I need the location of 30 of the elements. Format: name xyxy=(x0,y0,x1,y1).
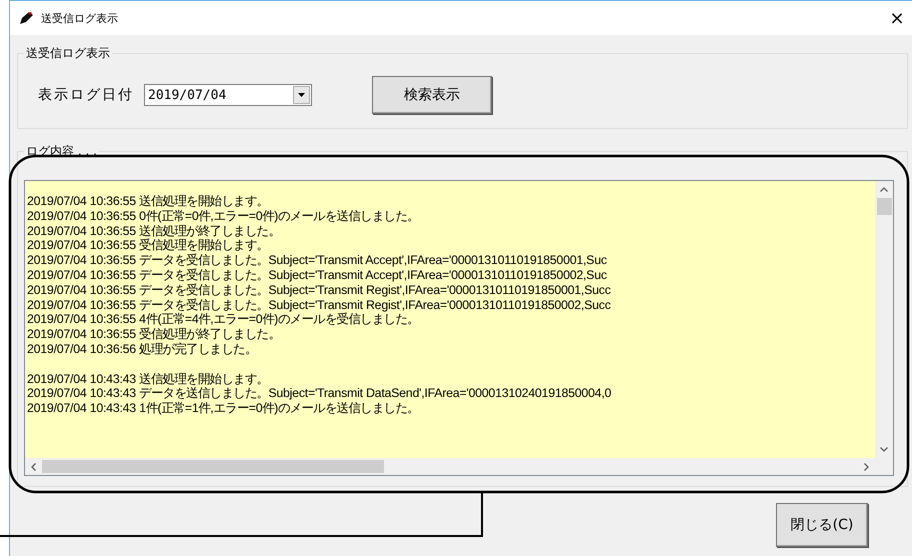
window-title: 送受信ログ表示 xyxy=(41,10,119,26)
log-line: 2019/07/04 10:36:55 0件(正常=0件,エラー=0件)のメールを送信しました。 xyxy=(27,208,419,224)
log-line: 2019/07/04 10:36:55 4件(正常=4件,エラー=0件)のメールを受信しました。 xyxy=(27,312,419,328)
date-dropdown[interactable]: 2019/07/04 xyxy=(144,84,312,106)
log-line: 2019/07/04 10:36:55 受信処理を開始します。 xyxy=(27,238,268,254)
dropdown-button[interactable] xyxy=(293,86,310,104)
log-line: 2019/07/04 10:43:43 データを送信しました。Subject='Transmit DataSend',IFArea='00001310240191850004,0 xyxy=(27,386,612,402)
log-line: 2019/07/04 10:36:56 処理が完了しました。 xyxy=(27,342,257,357)
group-title: 送受信ログ表示 xyxy=(25,45,111,62)
log-line: 2019/07/04 10:36:55 データを受信しました。Subject='Transmit Regist',IFArea='00001310110191850001,Succ xyxy=(27,282,611,298)
scroll-thumb[interactable] xyxy=(42,460,384,473)
pen-icon xyxy=(19,11,34,25)
search-button[interactable]: 検索表示 xyxy=(372,76,492,114)
chevron-down-icon xyxy=(880,447,888,452)
caret-icon xyxy=(298,93,305,97)
log-line: 2019/07/04 10:36:55 送信処理を開始します。 xyxy=(27,194,268,209)
chevron-right-icon xyxy=(864,462,869,470)
date-label: 表示ログ日付 xyxy=(38,86,134,104)
close-button[interactable]: 閉じる(C) xyxy=(776,503,868,547)
log-line: 2019/07/04 10:36:55 送信処理が終了しました。 xyxy=(27,224,280,238)
log-line: 2019/07/04 10:36:55 データを受信しました。Subject='Transmit Accept',IFArea='00001310110191850001,Suc xyxy=(27,253,607,268)
log-textarea[interactable] xyxy=(24,180,894,476)
log-line: 2019/07/04 10:43:43 1件(正常=1件,エラー=0件)のメールを送信しました。 xyxy=(27,401,419,416)
scroll-thumb[interactable] xyxy=(876,198,892,215)
log-line: 2019/07/04 10:36:55 受信処理が終了しました。 xyxy=(27,327,280,342)
chevron-up-icon xyxy=(880,187,888,192)
chevron-left-icon xyxy=(31,462,36,470)
log-line: 2019/07/04 10:43:43 送信処理を開始します。 xyxy=(27,372,268,386)
log-line: 2019/07/04 10:36:55 データを受信しました。Subject='Transmit Accept',IFArea='00001310110191850002,Suc xyxy=(27,268,607,283)
log-line: 2019/07/04 10:36:55 データを受信しました。Subject='Transmit Regist',IFArea='00001310110191850002,Succ xyxy=(27,298,611,312)
